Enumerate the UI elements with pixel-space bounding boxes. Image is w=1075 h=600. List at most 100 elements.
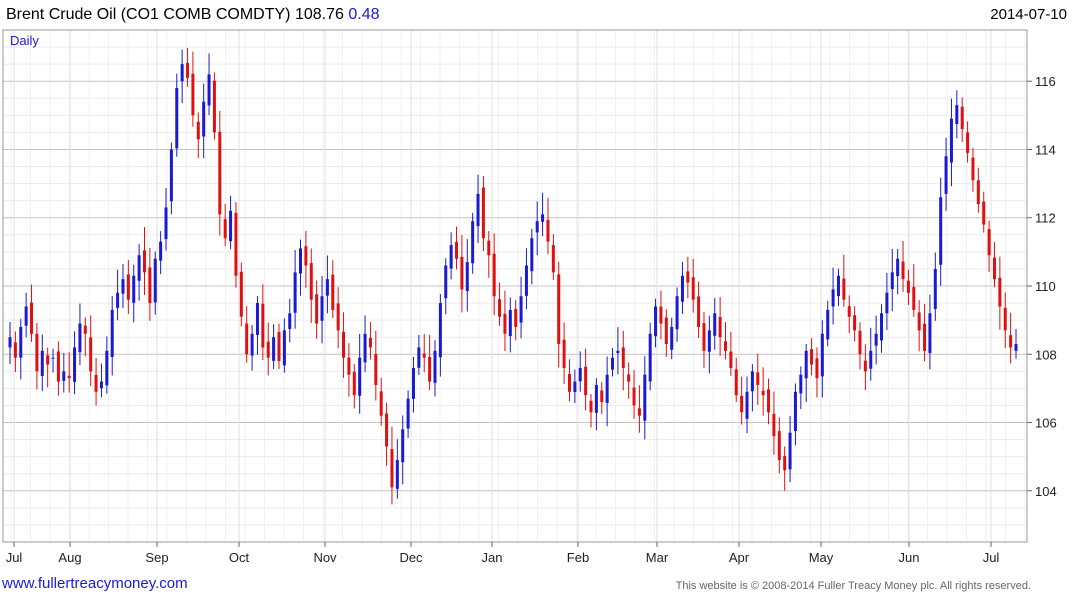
candle-body bbox=[261, 303, 265, 348]
candle-body bbox=[175, 88, 179, 149]
candle-body bbox=[869, 350, 873, 369]
candle-up bbox=[363, 315, 367, 373]
candle-up bbox=[648, 322, 652, 391]
candle-down bbox=[901, 241, 905, 292]
candle-body bbox=[535, 221, 539, 233]
candle-down bbox=[245, 306, 249, 363]
candle-down bbox=[740, 376, 744, 425]
candle-up bbox=[159, 231, 163, 275]
candle-down bbox=[428, 334, 432, 391]
candle-up bbox=[939, 177, 943, 286]
candle-body bbox=[153, 258, 157, 303]
candle-down bbox=[912, 264, 916, 317]
candle-up bbox=[438, 294, 442, 377]
candle-up bbox=[444, 258, 448, 315]
candle-body bbox=[13, 342, 17, 358]
candle-down bbox=[783, 446, 787, 491]
candle-body bbox=[836, 275, 840, 297]
candle-down bbox=[546, 197, 550, 255]
candle-up bbox=[643, 356, 647, 440]
candle-up bbox=[745, 376, 749, 434]
candle-up bbox=[793, 383, 797, 446]
candle-up bbox=[611, 348, 615, 377]
candle-body bbox=[901, 261, 905, 280]
candle-up bbox=[207, 53, 211, 116]
candle-body bbox=[137, 255, 141, 281]
candle-body bbox=[116, 292, 120, 308]
candle-down bbox=[503, 290, 507, 352]
candle-body bbox=[293, 272, 297, 313]
candle-body bbox=[481, 187, 485, 239]
candle-body bbox=[433, 350, 437, 383]
candle-up bbox=[99, 363, 103, 398]
candle-body bbox=[514, 308, 518, 327]
candle-down bbox=[481, 175, 485, 252]
candle-up bbox=[406, 390, 410, 439]
candle-body bbox=[783, 456, 787, 471]
candle-body bbox=[944, 156, 948, 194]
candle-body bbox=[282, 330, 286, 366]
candle-up bbox=[885, 273, 889, 331]
candle-down bbox=[514, 300, 518, 341]
candle-up bbox=[282, 318, 286, 373]
candle-body bbox=[411, 367, 415, 399]
candle-up bbox=[175, 73, 179, 157]
candle-up bbox=[471, 212, 475, 274]
candle-body bbox=[761, 390, 765, 396]
candle-down bbox=[379, 377, 383, 426]
candle-body bbox=[573, 381, 577, 393]
candle-down bbox=[987, 220, 991, 273]
candle-down bbox=[976, 167, 980, 213]
candle-body bbox=[223, 219, 227, 239]
candle-down bbox=[261, 284, 265, 361]
candle-body bbox=[309, 263, 313, 300]
candle-up bbox=[605, 356, 609, 427]
candle-body bbox=[196, 121, 200, 140]
candle-body bbox=[890, 272, 894, 290]
candle-down bbox=[992, 242, 996, 288]
candle-down bbox=[584, 348, 588, 411]
candle-body bbox=[976, 180, 980, 205]
candle-down bbox=[422, 333, 426, 373]
y-tick-label: 108 bbox=[1035, 347, 1057, 362]
candle-body bbox=[476, 193, 480, 227]
candle-body bbox=[659, 306, 663, 324]
candle-body bbox=[880, 313, 884, 341]
candle-body bbox=[896, 258, 900, 277]
candle-down bbox=[923, 303, 927, 362]
x-tick-label: Oct bbox=[229, 550, 250, 565]
candle-body bbox=[207, 74, 211, 106]
candle-up bbox=[869, 327, 873, 381]
candle-body bbox=[1009, 335, 1013, 348]
candle-body bbox=[73, 347, 77, 382]
candle-body bbox=[788, 432, 792, 470]
x-tick-label: Apr bbox=[729, 550, 750, 565]
x-tick-label: Aug bbox=[58, 550, 81, 565]
candle-body bbox=[180, 64, 184, 82]
candle-body bbox=[492, 253, 496, 297]
candle-up bbox=[465, 239, 469, 312]
candle-body bbox=[444, 265, 448, 299]
candle-body bbox=[578, 367, 582, 382]
candle-down bbox=[842, 254, 846, 307]
candle-body bbox=[664, 317, 668, 345]
candle-down bbox=[557, 261, 561, 368]
candle-up bbox=[169, 142, 173, 215]
candle-down bbox=[686, 256, 690, 299]
candle-body bbox=[546, 219, 550, 242]
candle-body bbox=[320, 296, 324, 321]
candle-down bbox=[336, 287, 340, 349]
candle-down bbox=[142, 227, 146, 295]
candle-body bbox=[379, 391, 383, 416]
candlestick-chart: Daily 104 106 108 110 112 114 116 Jul Aug Sep Oct… bbox=[2, 29, 1057, 565]
candle-up bbox=[508, 297, 512, 353]
candle-down bbox=[853, 306, 857, 342]
candle-down bbox=[982, 191, 986, 233]
candle-body bbox=[750, 371, 754, 392]
candle-up bbox=[524, 248, 528, 310]
candle-up bbox=[250, 325, 254, 371]
candle-body bbox=[853, 315, 857, 331]
website-link[interactable]: www.fullertreacymoney.com bbox=[2, 575, 188, 592]
candle-body bbox=[51, 357, 55, 359]
candle-body bbox=[395, 460, 399, 489]
